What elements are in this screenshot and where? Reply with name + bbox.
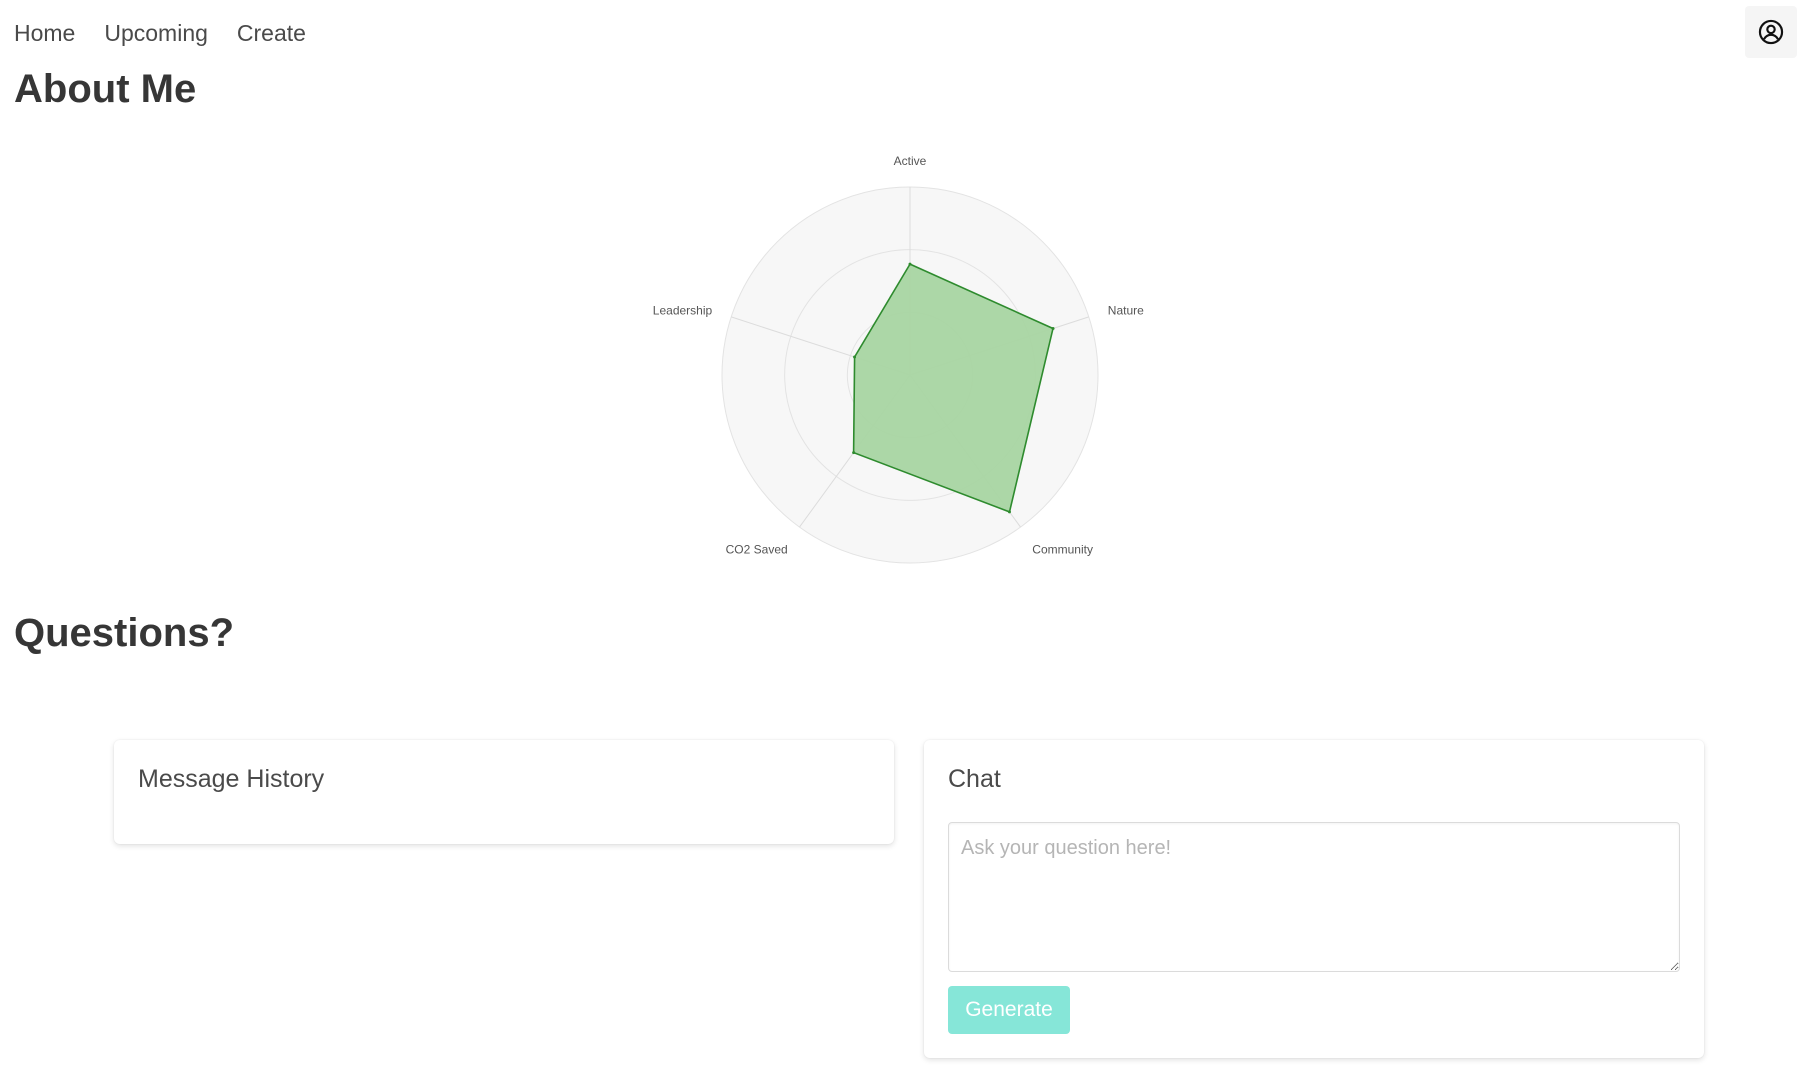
radar-background [721, 186, 1099, 564]
radar-axis-label-co2-saved: CO2 Saved [726, 542, 788, 556]
radar-ring [784, 249, 1036, 501]
chat-title: Chat [948, 765, 1001, 793]
nav-link-home[interactable]: Home [14, 17, 75, 49]
message-history-title: Message History [138, 765, 325, 793]
nav-link-create[interactable]: Create [237, 17, 306, 49]
radar-ring [846, 311, 974, 439]
generate-button[interactable]: Generate [948, 986, 1070, 1034]
radar-point-leadership [853, 355, 857, 359]
top-nav: Home Upcoming Create [0, 0, 1808, 66]
profile-button[interactable] [1745, 6, 1797, 58]
radar-spoke [799, 374, 911, 528]
radar-point-community [1007, 510, 1011, 514]
chat-card: Chat Generate [924, 740, 1704, 1058]
radar-axis-label-community: Community [1032, 542, 1093, 556]
radar-point-co2-saved [852, 451, 856, 455]
about-me-heading: About Me [14, 67, 197, 111]
radar-spoke [731, 316, 911, 376]
radar-axis-label-nature: Nature [1108, 304, 1144, 318]
user-circle-icon [1758, 19, 1784, 45]
questions-heading: Questions? [14, 611, 235, 655]
message-history-card: Message History [114, 740, 894, 844]
nav-link-upcoming[interactable]: Upcoming [104, 17, 208, 49]
radar-axis-label-leadership: Leadership [653, 304, 713, 318]
radar-spoke [909, 316, 1089, 376]
radar-point-active [908, 262, 912, 266]
question-input[interactable] [948, 822, 1680, 972]
radar-spoke [909, 374, 1021, 528]
radar-point-nature [1051, 327, 1055, 331]
radar-series-area [852, 263, 1054, 513]
radar-axis-label-active: Active [894, 154, 927, 168]
nav-links: Home Upcoming Create [14, 17, 335, 49]
